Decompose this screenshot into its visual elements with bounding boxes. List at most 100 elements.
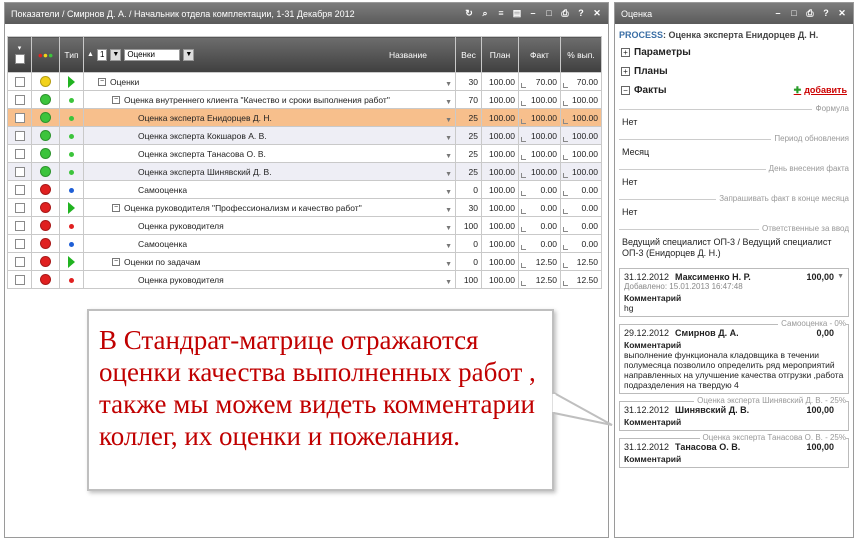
table-row[interactable]: Оценка эксперта Кокшаров А. В. ▼ 25 100.00 1… [7, 126, 602, 145]
row-checkbox-cell[interactable] [7, 234, 32, 253]
row-dropdown-icon[interactable]: ▼ [445, 153, 452, 160]
select-all-header[interactable]: ▾ [7, 36, 32, 73]
field-value[interactable]: Нет [619, 115, 849, 130]
search-icon[interactable]: ⌕ [480, 9, 490, 19]
row-checkbox[interactable] [14, 238, 25, 249]
window-icon[interactable]: □ [544, 9, 554, 19]
row-checkbox-cell[interactable] [7, 144, 32, 163]
fact-cell[interactable]: 100.00 [518, 108, 561, 127]
row-dropdown-icon[interactable]: ▼ [445, 189, 452, 196]
row-checkbox[interactable] [14, 274, 25, 285]
row-dropdown-icon[interactable]: ▼ [445, 117, 452, 124]
row-checkbox[interactable] [14, 202, 25, 213]
name-cell[interactable]: Оценка эксперта Шинявский Д. В. ▼ [83, 162, 456, 181]
row-checkbox[interactable] [14, 112, 25, 123]
section-params[interactable]: + Параметры [615, 43, 853, 62]
field-value[interactable]: Нет [619, 205, 849, 220]
pct-header[interactable]: % вып. [560, 36, 602, 73]
help-icon[interactable]: ? [821, 9, 831, 19]
plan-header[interactable]: План [481, 36, 519, 73]
collapse-icon[interactable]: − [98, 77, 106, 86]
row-dropdown-icon[interactable]: ▼ [445, 261, 452, 268]
field-value[interactable]: Ведущий специалист ОП-3 / Ведущий специа… [619, 235, 849, 261]
fact-header[interactable]: Факт [518, 36, 561, 73]
fact-cell[interactable]: 100.00 [518, 90, 561, 109]
table-row[interactable]: Оценка руководителя ▼ 100 100.00 12.50 12.50 [7, 270, 602, 289]
expand-icon[interactable]: + [621, 67, 630, 76]
field-value[interactable]: Нет [619, 175, 849, 190]
row-checkbox-cell[interactable] [7, 126, 32, 145]
level-value[interactable]: 1 [96, 48, 108, 61]
row-checkbox[interactable] [14, 220, 25, 231]
row-checkbox[interactable] [14, 256, 25, 267]
fact-cell[interactable]: 0.00 [518, 198, 561, 217]
row-checkbox-cell[interactable] [7, 198, 32, 217]
table-row[interactable]: Оценка эксперта Шинявский Д. В. ▼ 25 100.00… [7, 162, 602, 181]
name-cell[interactable]: Оценка эксперта Енидорцев Д. Н. ▼ [83, 108, 456, 127]
section-facts[interactable]: − Факты ✚ добавить [615, 81, 853, 100]
fact-cell[interactable]: 0.00 [518, 180, 561, 199]
collapse-icon[interactable]: − [112, 257, 120, 266]
refresh-icon[interactable]: ↻ [464, 9, 474, 19]
row-checkbox-cell[interactable] [7, 108, 32, 127]
name-cell[interactable]: Оценка руководителя ▼ [83, 216, 456, 235]
row-checkbox-cell[interactable] [7, 252, 32, 271]
weight-header[interactable]: Вес [455, 36, 482, 73]
row-checkbox[interactable] [14, 166, 25, 177]
row-dropdown-icon[interactable]: ▼ [445, 135, 452, 142]
row-dropdown-icon[interactable]: ▼ [445, 171, 452, 178]
fact-cell[interactable]: 12.50 [518, 270, 561, 289]
fact-cell[interactable]: 12.50 [518, 252, 561, 271]
window-icon[interactable]: □ [789, 9, 799, 19]
row-checkbox-cell[interactable] [7, 270, 32, 289]
name-cell[interactable]: Оценка эксперта Танасова О. В. ▼ [83, 144, 456, 163]
fact-cell[interactable]: 100.00 [518, 126, 561, 145]
row-checkbox[interactable] [14, 130, 25, 141]
name-cell[interactable]: Самооценка ▼ [83, 180, 456, 199]
row-checkbox-cell[interactable] [7, 162, 32, 181]
row-checkbox-cell[interactable] [7, 216, 32, 235]
print-icon[interactable]: ⎙ [560, 9, 570, 19]
fact-cell[interactable]: 0.00 [518, 234, 561, 253]
row-dropdown-icon[interactable]: ▼ [445, 81, 452, 88]
row-dropdown-icon[interactable]: ▼ [445, 279, 452, 286]
table-row[interactable]: − Оценка руководителя "Профессионализм и … [7, 198, 602, 217]
row-dropdown-icon[interactable]: ▼ [445, 207, 452, 214]
fact-cell[interactable]: 70.00 [518, 72, 561, 91]
collapse-icon[interactable]: − [112, 95, 120, 104]
name-cell[interactable]: − Оценки по задачам ▼ [83, 252, 456, 271]
row-checkbox-cell[interactable] [7, 90, 32, 109]
row-checkbox[interactable] [14, 148, 25, 159]
table-row[interactable]: Самооценка ▼ 0 100.00 0.00 0.00 [7, 234, 602, 253]
collapse-icon[interactable]: − [621, 86, 630, 95]
row-dropdown-icon[interactable]: ▼ [445, 99, 452, 106]
row-checkbox[interactable] [14, 76, 25, 87]
type-header[interactable]: Тип [59, 36, 84, 73]
select-all-checkbox[interactable] [14, 53, 25, 64]
name-cell[interactable]: Оценка руководителя ▼ [83, 270, 456, 289]
minimize-icon[interactable]: – [528, 9, 538, 19]
fact-cell[interactable]: 0.00 [518, 216, 561, 235]
level-select[interactable]: Оценки [124, 48, 181, 61]
fact-cell[interactable]: 100.00 [518, 162, 561, 181]
name-cell[interactable]: − Оценка внутреннего клиента "Качество и … [83, 90, 456, 109]
table-row[interactable]: Оценка эксперта Танасова О. В. ▼ 25 100.00 1… [7, 144, 602, 163]
row-checkbox[interactable] [14, 94, 25, 105]
close-icon[interactable]: ✕ [837, 9, 847, 19]
minimize-icon[interactable]: – [773, 9, 783, 19]
table-row[interactable]: − Оценки ▼ 30 100.00 70.00 70.00 [7, 72, 602, 91]
help-icon[interactable]: ? [576, 9, 586, 19]
collapse-icon[interactable]: − [112, 203, 120, 212]
print-icon[interactable]: ⎙ [805, 9, 815, 19]
name-cell[interactable]: Самооценка ▼ [83, 234, 456, 253]
level-select-dropdown-icon[interactable]: ▼ [183, 48, 195, 61]
section-plans[interactable]: + Планы [615, 62, 853, 81]
field-value[interactable]: Месяц [619, 145, 849, 160]
list-icon[interactable]: ≡ [496, 9, 506, 19]
name-cell[interactable]: Оценка эксперта Кокшаров А. В. ▼ [83, 126, 456, 145]
table-row[interactable]: − Оценки по задачам ▼ 0 100.00 12.50 12.50 [7, 252, 602, 271]
sort-asc-icon[interactable]: ▲ [87, 51, 94, 58]
level-dropdown-icon[interactable]: ▼ [110, 48, 122, 61]
table-row[interactable]: Оценка руководителя ▼ 100 100.00 0.00 0.00 [7, 216, 602, 235]
row-dropdown-icon[interactable]: ▼ [445, 225, 452, 232]
